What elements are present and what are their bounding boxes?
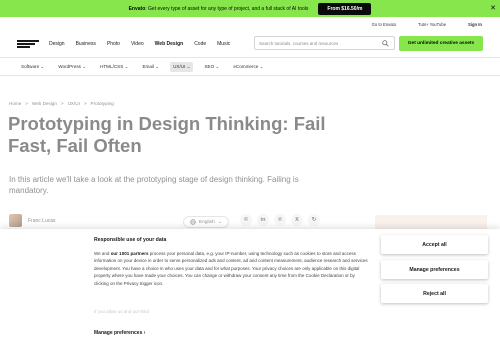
consent-title: Responsible use of your data (94, 237, 167, 243)
chevron-down-icon: ⌄ (40, 63, 45, 69)
promo-pricing-button[interactable]: From $16.50/m (318, 2, 372, 15)
utility-bar: Go to Envato Tuts+ YouTube Sign In (0, 17, 500, 31)
consent-body: We and our 1001 partners process your pe… (94, 251, 368, 286)
chevron-down-icon: ⌄ (259, 63, 264, 69)
close-icon[interactable]: ✕ (490, 4, 496, 12)
subnav-html-css[interactable]: HTML/CSS ⌄ (97, 62, 131, 72)
youtube-link[interactable]: Tuts+ YouTube (418, 22, 446, 27)
promo-banner: Envato: Get every type of asset for any … (0, 0, 500, 17)
go-to-envato-link[interactable]: Go to Envato (372, 22, 396, 27)
subnav-wordpress[interactable]: WordPress ⌄ (55, 62, 89, 72)
nav-design[interactable]: Design (49, 41, 65, 47)
search-input[interactable]: Search tutorials, courses and resources (254, 36, 395, 50)
subnav-email[interactable]: Email ⌄ (139, 62, 162, 72)
search-placeholder: Search tutorials, courses and resources (259, 40, 339, 46)
nav-photo[interactable]: Photo (107, 41, 120, 47)
chevron-right-icon: › (143, 330, 146, 336)
main-nav: Design Business Photo Video Web Design C… (0, 31, 500, 57)
nav-music[interactable]: Music (217, 41, 230, 47)
search-icon[interactable] (382, 40, 389, 47)
category-subnav: Software ⌄ WordPress ⌄ HTML/CSS ⌄ Email … (0, 57, 500, 76)
reject-all-button[interactable]: Reject all (381, 284, 488, 303)
nav-code[interactable]: Code (194, 41, 206, 47)
chevron-down-icon: ⌄ (82, 63, 87, 69)
consent-faded-text: If you allow us and our third (94, 309, 150, 314)
manage-preferences-link[interactable]: Manage preferences › (94, 330, 145, 336)
chevron-down-icon: ⌄ (215, 63, 220, 69)
accept-all-button[interactable]: Accept all (381, 235, 488, 254)
nav-business[interactable]: Business (76, 41, 96, 47)
sign-in-link[interactable]: Sign In (468, 22, 482, 27)
chevron-down-icon: ⌄ (186, 63, 191, 69)
chevron-down-icon: ⌄ (124, 63, 129, 69)
manage-preferences-button[interactable]: Manage preferences (381, 260, 488, 279)
get-unlimited-assets-button[interactable]: Get unlimited creative assets (399, 36, 483, 51)
subnav-software[interactable]: Software ⌄ (18, 62, 47, 72)
promo-text: Envato: Get every type of asset for any … (128, 5, 309, 12)
subnav-ux-ui[interactable]: UX/UI ⌄ (170, 61, 194, 72)
cookie-consent-panel: Responsible use of your data We and our … (0, 229, 500, 348)
chevron-down-icon: ⌄ (155, 63, 160, 69)
nav-web-design[interactable]: Web Design (155, 41, 184, 47)
subnav-seo[interactable]: SEO ⌄ (201, 62, 222, 72)
nav-video[interactable]: Video (131, 41, 144, 47)
tuts-logo[interactable] (17, 40, 39, 48)
subnav-ecommerce[interactable]: eCommerce ⌄ (230, 62, 266, 72)
